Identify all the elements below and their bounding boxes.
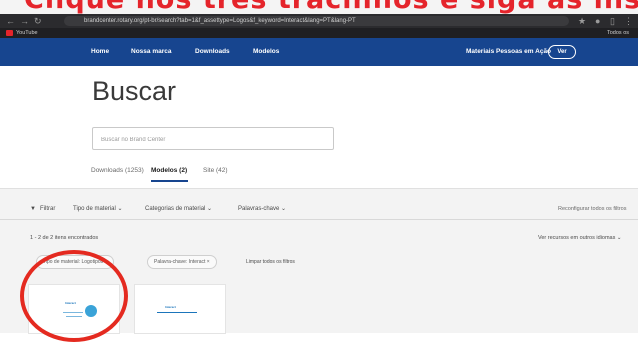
chevron-down-icon: ⌄ bbox=[616, 235, 622, 241]
reload-icon[interactable]: ↻ bbox=[34, 15, 42, 27]
nav-nossa-marca[interactable]: Nossa marca bbox=[131, 38, 171, 66]
address-bar[interactable]: brandcenter.rotary.org/pt-br/search?tab=… bbox=[64, 16, 569, 26]
tab-site[interactable]: Site (42) bbox=[203, 166, 228, 176]
results-count: 1 - 2 de 2 itens encontrados bbox=[30, 235, 99, 241]
tab-modelos[interactable]: Modelos (2) bbox=[151, 166, 187, 176]
promo-text: Materiais Pessoas em Ação bbox=[466, 48, 552, 55]
filter-icon[interactable]: ▼ bbox=[30, 204, 36, 214]
nav-downloads[interactable]: Downloads bbox=[195, 38, 230, 66]
active-tab-indicator bbox=[151, 180, 188, 182]
annotation-circle bbox=[20, 250, 128, 342]
chevron-down-icon: ⌄ bbox=[207, 206, 213, 212]
search-input[interactable] bbox=[93, 129, 333, 151]
chevron-down-icon: ⌄ bbox=[281, 206, 287, 212]
site-nav: Home Nossa marca Downloads Modelos Mater… bbox=[0, 38, 638, 66]
chevron-down-icon: ⌄ bbox=[117, 206, 123, 212]
nav-modelos[interactable]: Modelos bbox=[253, 38, 279, 66]
extensions-icon[interactable]: ▯ bbox=[610, 15, 615, 27]
divider bbox=[0, 219, 638, 220]
dropdown-categorias[interactable]: Categorias de material ⌄ bbox=[145, 204, 212, 214]
star-icon[interactable]: ★ bbox=[578, 15, 586, 27]
clear-filters-link[interactable]: Limpar todos os filtros bbox=[246, 257, 295, 267]
browser-toolbar: ← → ↻ brandcenter.rotary.org/pt-br/searc… bbox=[0, 14, 638, 28]
back-icon[interactable]: ← bbox=[6, 15, 15, 27]
dropdown-palavras-chave[interactable]: Palavras-chave ⌄ bbox=[238, 204, 286, 214]
card-brand: Interact bbox=[165, 305, 176, 309]
bookmarks-bar: YouTube Todos os bbox=[0, 28, 638, 38]
search-box[interactable] bbox=[92, 127, 334, 151]
result-card-2[interactable]: Interact bbox=[134, 284, 226, 334]
reset-filters-link[interactable]: Reconfigurar todos os filtros bbox=[558, 204, 626, 214]
youtube-icon bbox=[6, 30, 13, 36]
url-text: brandcenter.rotary.org/pt-br/search?tab=… bbox=[84, 18, 356, 24]
nav-home[interactable]: Home bbox=[91, 38, 109, 66]
bookmark-all[interactable]: Todos os bbox=[607, 28, 629, 38]
caption-banner: Clique nos três tracinhos e siga as inst… bbox=[0, 0, 638, 14]
bookmark-youtube[interactable]: YouTube bbox=[16, 28, 38, 38]
page-title: Buscar bbox=[92, 76, 177, 106]
filter-chip-keyword[interactable]: Palavra-chave: Interact × bbox=[147, 255, 217, 269]
filter-button[interactable]: Filtrar bbox=[40, 204, 55, 214]
other-languages-dropdown[interactable]: Ver recursos em outros idiomas ⌄ bbox=[538, 235, 621, 241]
forward-icon[interactable]: → bbox=[20, 15, 29, 27]
profile-icon[interactable]: ● bbox=[595, 15, 600, 27]
menu-icon[interactable]: ⋮ bbox=[624, 15, 633, 27]
dropdown-tipo-material[interactable]: Tipo de material ⌄ bbox=[73, 204, 123, 214]
tab-downloads[interactable]: Downloads (1253) bbox=[91, 166, 144, 176]
ver-button[interactable]: Ver bbox=[548, 45, 576, 59]
logo-wordmark-line bbox=[157, 312, 197, 313]
